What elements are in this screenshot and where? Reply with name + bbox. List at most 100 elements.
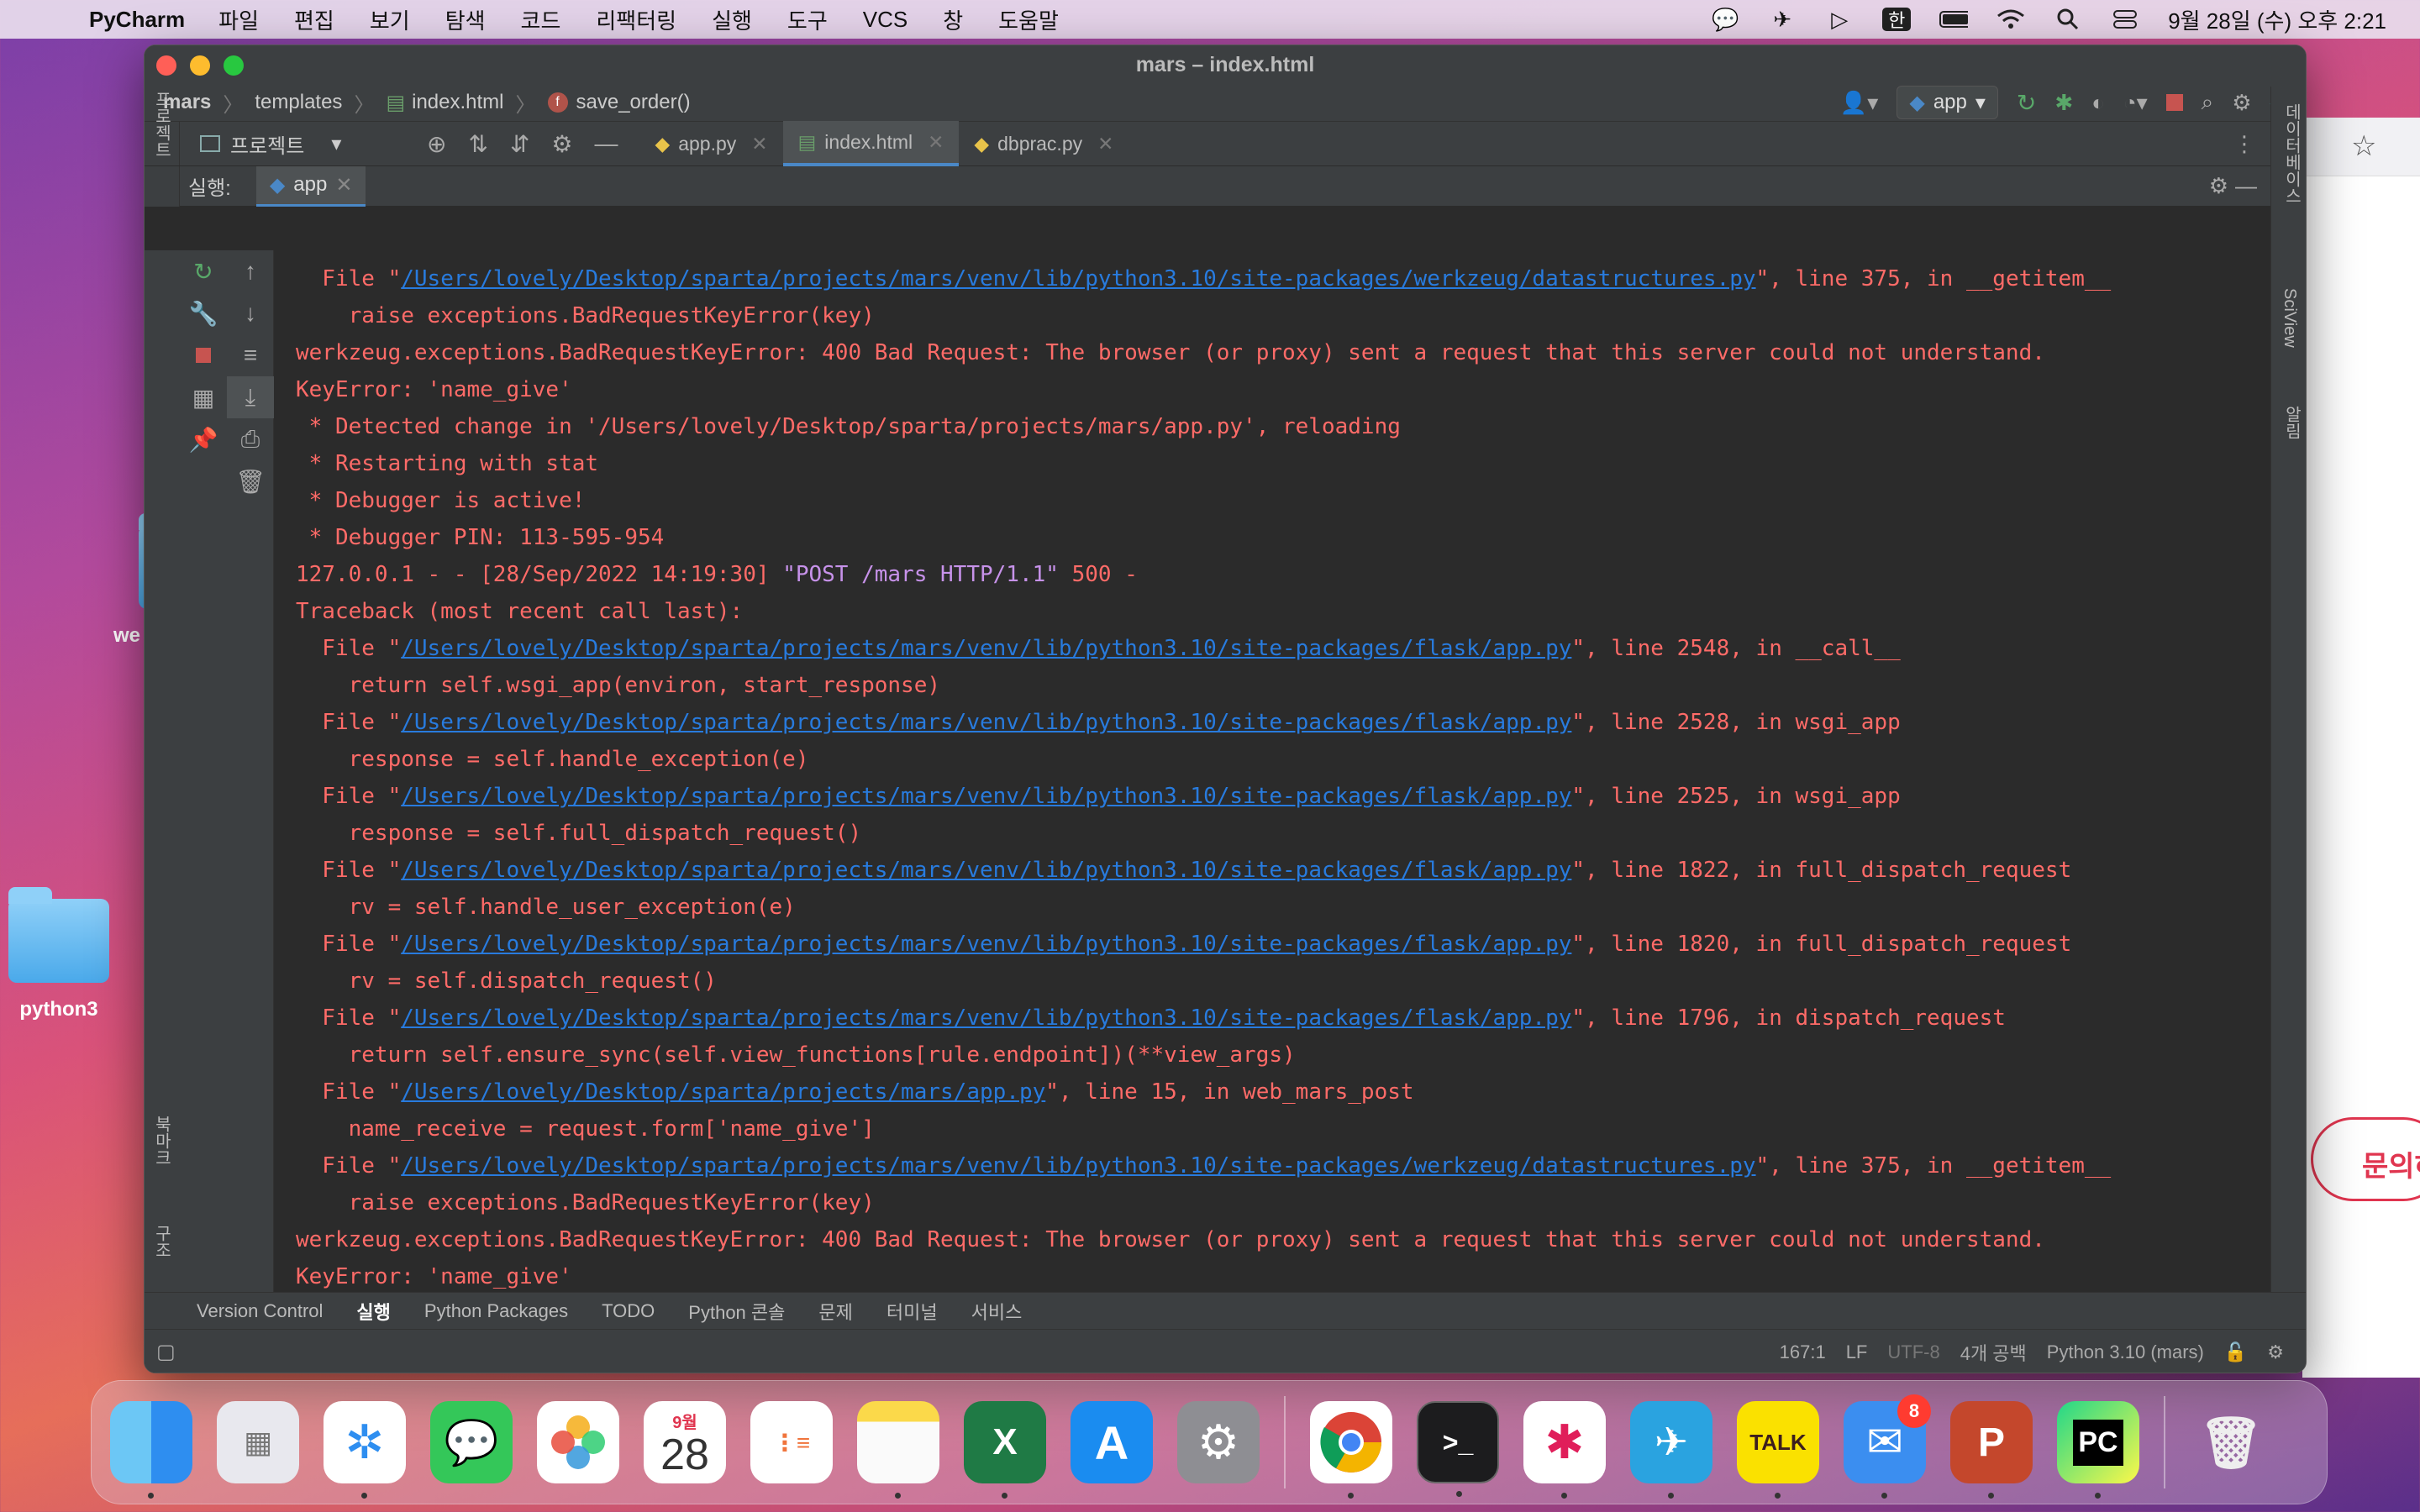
- python-console-tab[interactable]: Python 콘솔: [688, 1298, 785, 1325]
- minimize-window-button[interactable]: [190, 55, 210, 76]
- search-icon[interactable]: [2054, 8, 2082, 31]
- collapse-all-icon[interactable]: ⇵: [510, 130, 529, 158]
- console-output[interactable]: File "/Users/lovely/Desktop/sparta/proje…: [276, 250, 2270, 1292]
- layout-icon[interactable]: ▦: [180, 376, 227, 418]
- finder-icon[interactable]: [110, 1401, 192, 1499]
- rerun-icon[interactable]: ↻: [2017, 89, 2036, 117]
- menu-file[interactable]: 파일: [218, 4, 259, 35]
- close-window-button[interactable]: [156, 55, 176, 76]
- file-link[interactable]: /Users/lovely/Desktop/sparta/projects/ma…: [401, 636, 1571, 661]
- stop-icon[interactable]: [180, 334, 227, 376]
- tab-app-py[interactable]: ◆ app.py ✕: [640, 121, 783, 166]
- menu-edit[interactable]: 편집: [294, 4, 334, 35]
- notifications-side-tab[interactable]: 알림: [2280, 406, 2304, 439]
- file-link[interactable]: /Users/lovely/Desktop/sparta/projects/ma…: [401, 1005, 1571, 1031]
- terminal-tab[interactable]: 터미널: [886, 1298, 938, 1325]
- hide-run-icon[interactable]: —: [2235, 173, 2257, 199]
- run-config-selector[interactable]: ◆ app ▾: [1897, 86, 1998, 119]
- pin-icon[interactable]: 📌: [180, 418, 227, 460]
- sciview-side-tab[interactable]: SciView: [2280, 288, 2299, 348]
- star-icon[interactable]: ☆: [2351, 129, 2376, 163]
- file-link[interactable]: /Users/lovely/Desktop/sparta/projects/ma…: [401, 784, 1571, 809]
- safari-icon[interactable]: ✲: [324, 1401, 406, 1499]
- stop-icon[interactable]: [2165, 94, 2183, 111]
- control-center-icon[interactable]: [2111, 8, 2139, 31]
- caret-position[interactable]: 167:1: [1780, 1341, 1826, 1363]
- close-tab-icon[interactable]: ✕: [751, 133, 767, 155]
- menu-refactor[interactable]: 리팩터링: [596, 4, 676, 35]
- run-tab-app[interactable]: ◆ app ✕: [255, 165, 366, 207]
- telegram-icon[interactable]: ✈: [1630, 1401, 1712, 1499]
- interpreter-selector[interactable]: Python 3.10 (mars): [2047, 1341, 2204, 1363]
- user-icon[interactable]: 👤▾: [1840, 90, 1878, 116]
- file-link[interactable]: /Users/lovely/Desktop/sparta/projects/ma…: [401, 266, 1755, 291]
- soft-wrap-icon[interactable]: ≡: [227, 334, 274, 376]
- notes-icon[interactable]: [857, 1401, 939, 1499]
- play-icon[interactable]: ▷: [1825, 7, 1854, 32]
- more-tabs-icon[interactable]: ⋮: [2233, 131, 2255, 157]
- file-encoding[interactable]: UTF-8: [1887, 1341, 1939, 1363]
- close-tab-icon[interactable]: ✕: [335, 173, 352, 197]
- powerpoint-icon[interactable]: P: [1950, 1401, 2033, 1499]
- messages-icon[interactable]: 💬: [430, 1401, 513, 1483]
- app-menu[interactable]: PyCharm: [89, 7, 185, 33]
- kakaotalk-icon[interactable]: TALK: [1737, 1401, 1819, 1499]
- chat-icon[interactable]: 💬: [1711, 7, 1739, 32]
- app-store-icon[interactable]: A: [1071, 1401, 1153, 1483]
- menu-run[interactable]: 실행: [712, 4, 752, 35]
- rerun-icon[interactable]: ↻: [180, 250, 227, 292]
- down-arrow-icon[interactable]: ↓: [227, 292, 274, 334]
- reminders-icon[interactable]: ⋮≡: [750, 1401, 833, 1483]
- menu-vcs[interactable]: VCS: [863, 7, 908, 33]
- run-settings-gear-icon[interactable]: ⚙: [2209, 173, 2228, 199]
- menu-navigate[interactable]: 탐색: [445, 4, 486, 35]
- tab-index-html[interactable]: ▤ index.html ✕: [782, 121, 960, 166]
- input-source-icon[interactable]: 한: [1882, 8, 1912, 31]
- problems-tab[interactable]: 문제: [818, 1298, 852, 1325]
- menu-tools[interactable]: 도구: [787, 4, 828, 35]
- todo-tab[interactable]: TODO: [602, 1300, 655, 1322]
- breadcrumb-folder[interactable]: templates: [255, 91, 342, 114]
- menu-window[interactable]: 창: [943, 4, 963, 35]
- menu-view[interactable]: 보기: [370, 4, 410, 35]
- telegram-icon[interactable]: ✈: [1768, 7, 1797, 32]
- project-side-tab[interactable]: 프로젝트: [150, 91, 174, 158]
- trash-icon[interactable]: 🗑: [227, 460, 274, 502]
- terminal-icon[interactable]: >_: [1417, 1401, 1499, 1497]
- coverage-icon[interactable]: ◐: [2091, 90, 2105, 116]
- menu-help[interactable]: 도움말: [998, 4, 1059, 35]
- database-side-tab[interactable]: 데이터베이스: [2280, 103, 2304, 204]
- line-separator[interactable]: LF: [1846, 1341, 1868, 1363]
- launchpad-icon[interactable]: ▦: [217, 1401, 299, 1483]
- breadcrumb-file[interactable]: index.html: [412, 91, 503, 114]
- bookmarks-side-tab[interactable]: 북마크: [150, 1116, 174, 1166]
- python-packages-tab[interactable]: Python Packages: [424, 1300, 568, 1322]
- hide-panel-icon[interactable]: —: [595, 130, 618, 157]
- gear-icon[interactable]: ⚙: [551, 130, 572, 158]
- file-link[interactable]: /Users/lovely/Desktop/sparta/projects/ma…: [401, 858, 1571, 883]
- desktop-folder-partial[interactable]: we: [59, 513, 197, 648]
- expand-all-icon[interactable]: ⇅: [468, 130, 487, 158]
- project-view-selector[interactable]: 프로젝트 ▾: [200, 129, 376, 159]
- panel-toggle-icon[interactable]: ▢: [156, 1340, 176, 1364]
- breadcrumb-function[interactable]: save_order(): [576, 91, 691, 114]
- pycharm-icon[interactable]: PC: [2057, 1401, 2139, 1499]
- desktop-folder-python3[interactable]: python3: [0, 887, 118, 1021]
- mail-icon[interactable]: ✉ 8: [1844, 1394, 1931, 1499]
- file-link[interactable]: /Users/lovely/Desktop/sparta/projects/ma…: [401, 932, 1571, 957]
- inquiry-button[interactable]: 문의하: [2311, 1117, 2420, 1201]
- menu-code[interactable]: 코드: [521, 4, 561, 35]
- inspection-icon[interactable]: ⚙: [2267, 1341, 2284, 1363]
- clock[interactable]: 9월 28일 (수) 오후 2:21: [2168, 4, 2386, 35]
- services-tab[interactable]: 서비스: [971, 1298, 1023, 1325]
- settings-gear-icon[interactable]: ⚙: [2232, 90, 2251, 116]
- debug-icon[interactable]: ✱: [2054, 90, 2073, 116]
- calendar-icon[interactable]: 9월 28: [644, 1401, 726, 1483]
- run-tab[interactable]: 실행: [356, 1298, 390, 1325]
- tab-dbprac-py[interactable]: ◆ dbprac.py ✕: [959, 121, 1128, 166]
- close-tab-icon[interactable]: ✕: [1097, 133, 1113, 155]
- zoom-window-button[interactable]: [224, 55, 244, 76]
- chrome-icon[interactable]: [1310, 1401, 1392, 1499]
- battery-icon[interactable]: [1939, 8, 1969, 31]
- scroll-to-end-icon[interactable]: ⤓: [227, 376, 274, 418]
